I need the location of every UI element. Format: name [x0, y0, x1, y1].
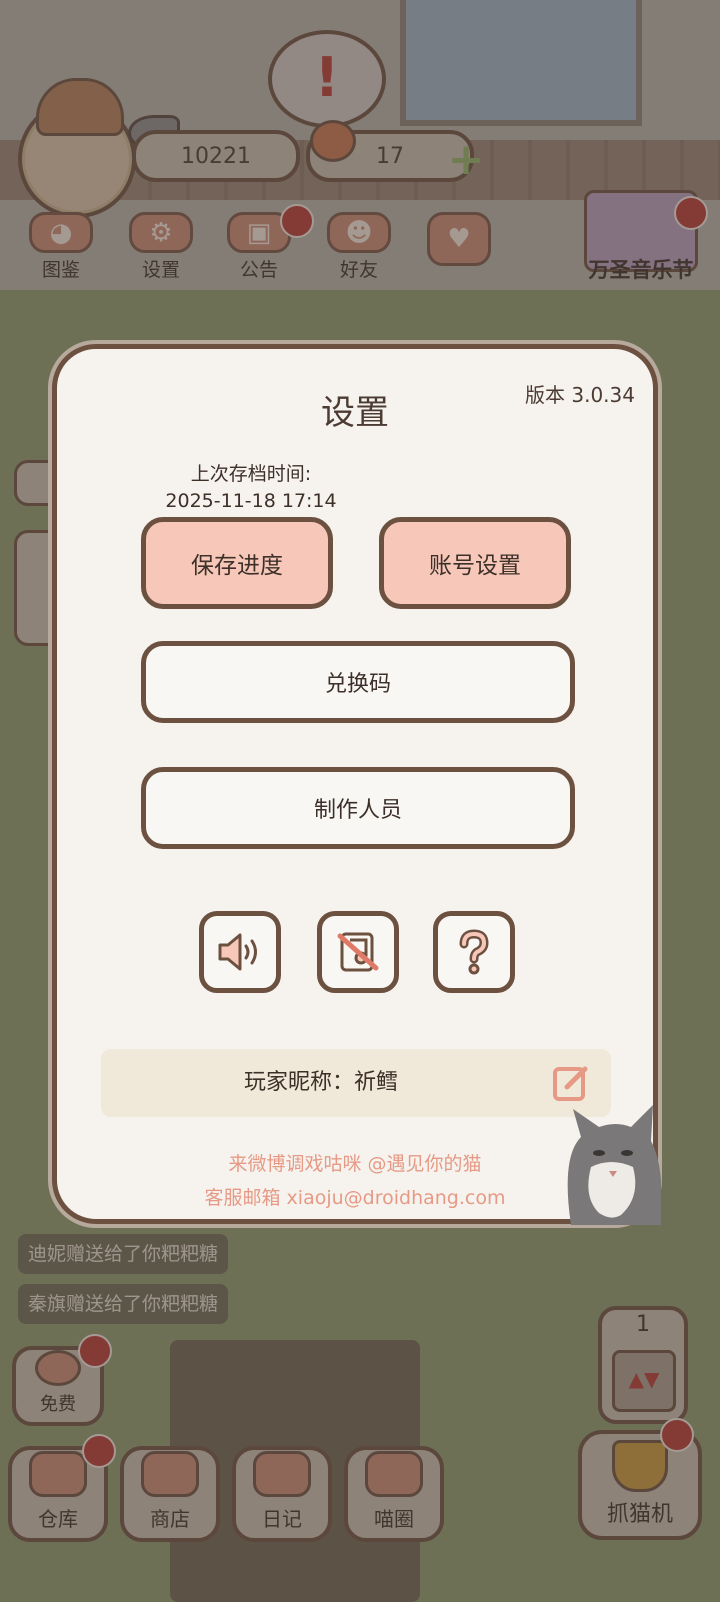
credits-button[interactable]: 制作人员 — [141, 767, 575, 849]
speaker-icon — [218, 933, 257, 971]
save-progress-button[interactable]: 保存进度 — [141, 517, 333, 609]
last-save-label: 上次存档时间: — [190, 463, 312, 485]
redeem-code-button[interactable]: 兑换码 — [141, 641, 575, 723]
save-progress-label: 保存进度 — [191, 553, 283, 579]
music-off-icon — [337, 932, 379, 972]
account-settings-label: 账号设置 — [429, 553, 521, 579]
sound-toggle-button[interactable] — [199, 911, 281, 993]
redeem-code-label: 兑换码 — [324, 672, 391, 697]
last-save-info: 上次存档时间: 2025-11-18 17:14 — [143, 461, 359, 515]
version-label: 版本 3.0.34 — [525, 383, 635, 407]
question-icon — [459, 929, 489, 975]
music-toggle-button[interactable] — [317, 911, 399, 993]
last-save-time: 2025-11-18 17:14 — [165, 490, 337, 512]
nickname-row: 玩家昵称：祈鳕 — [101, 1049, 611, 1117]
cat-photo — [567, 1105, 661, 1225]
account-settings-button[interactable]: 账号设置 — [379, 517, 571, 609]
settings-dialog: 设置 版本 3.0.34 上次存档时间: 2025-11-18 17:14 保存… — [52, 344, 661, 1225]
nickname-text: 玩家昵称：祈鳕 — [243, 1070, 398, 1095]
credits-label: 制作人员 — [313, 798, 402, 823]
help-button[interactable] — [433, 911, 515, 993]
